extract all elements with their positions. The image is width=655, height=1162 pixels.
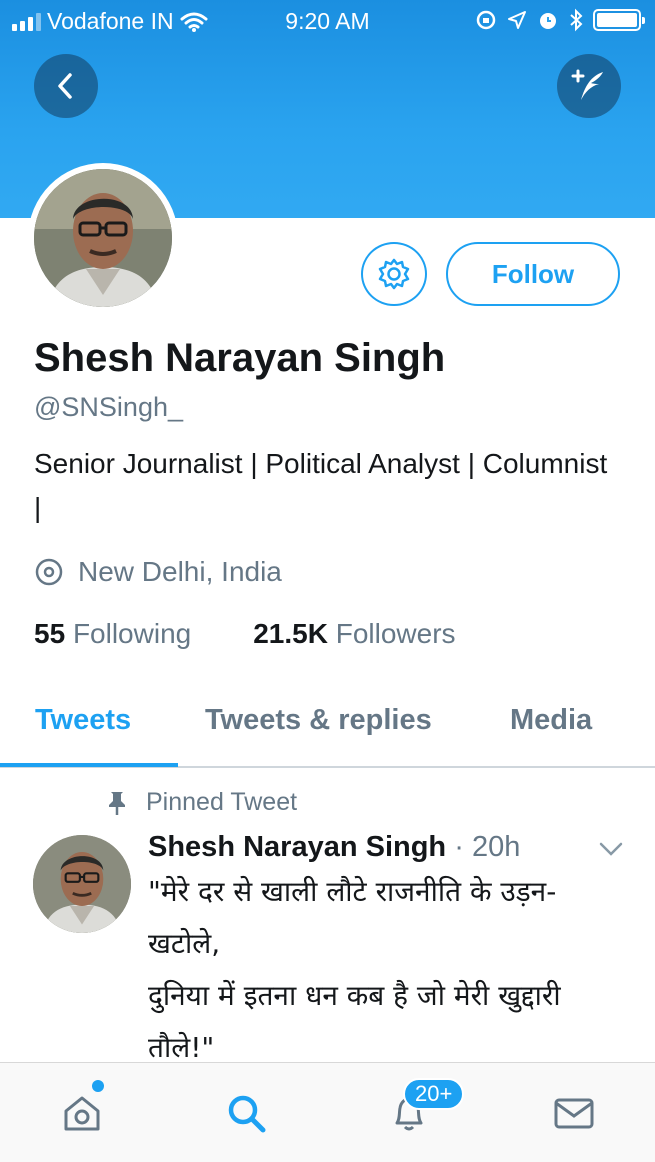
follow-counts: 55 Following 21.5K Followers: [34, 618, 456, 650]
profile-location: New Delhi, India: [34, 556, 282, 588]
profile-settings-button[interactable]: [361, 242, 427, 306]
alarm-icon: [540, 13, 556, 29]
tab-media[interactable]: Media: [510, 704, 592, 737]
profile-bio: Senior Journalist | Political Analyst | …: [34, 448, 608, 523]
pinned-tweet-text: Pinned Tweet: [146, 788, 298, 816]
chevron-down-icon: [599, 842, 623, 856]
location-pin-icon: [35, 558, 63, 586]
tweet-author-name[interactable]: Shesh Narayan Singh: [148, 831, 446, 863]
follow-button[interactable]: Follow: [446, 242, 620, 306]
tweet-menu-button[interactable]: [598, 840, 624, 863]
tab-search[interactable]: [222, 1089, 270, 1137]
envelope-icon: [554, 1098, 594, 1129]
tab-home[interactable]: [58, 1089, 106, 1137]
tab-tweets-and-replies[interactable]: Tweets & replies: [205, 704, 432, 737]
tweet-separator: ·: [454, 831, 464, 863]
profile-avatar[interactable]: [28, 163, 178, 313]
tab-tweets[interactable]: Tweets: [35, 704, 131, 737]
followers-number: 21.5K: [253, 618, 328, 649]
tweet-text: "मेरे दर से खाली लौटे राजनीति के उड़न- ख…: [148, 875, 561, 1064]
following-number: 55: [34, 618, 66, 649]
pin-icon: [109, 791, 125, 815]
tweet-timestamp: 20h: [471, 831, 521, 863]
location-label: New Delhi, India: [78, 556, 282, 587]
followers-count[interactable]: 21.5K Followers: [253, 618, 455, 650]
tweet-author-avatar[interactable]: [33, 835, 131, 933]
active-tab-indicator: [0, 763, 178, 767]
person-photo: [33, 835, 131, 933]
location-arrow-icon: [508, 11, 526, 29]
profile-handle: @SNSingh_: [34, 392, 183, 422]
following-count[interactable]: 55 Following: [34, 618, 191, 650]
battery-icon: [593, 9, 645, 31]
person-photo: [34, 169, 172, 307]
rotation-lock-icon: [476, 10, 496, 30]
followers-label: Followers: [335, 618, 456, 649]
tab-messages[interactable]: [550, 1089, 598, 1137]
search-icon: [228, 1095, 266, 1133]
bottom-tab-bar: [0, 1062, 655, 1162]
gear-icon: [378, 258, 410, 290]
status-bar: Vodafone IN 9:20 AM: [0, 0, 655, 42]
pinned-tweet-label: Pinned Tweet: [106, 788, 297, 817]
profile-name: Shesh Narayan Singh: [34, 336, 446, 380]
home-unread-dot: [92, 1080, 104, 1092]
chevron-left-icon: [58, 73, 72, 99]
following-label: Following: [72, 618, 192, 649]
home-icon: [64, 1096, 100, 1131]
compose-tweet-button[interactable]: [557, 54, 621, 118]
notifications-badge: 20+: [403, 1078, 465, 1110]
tweet-header: Shesh Narayan Singh · 20h: [148, 831, 520, 864]
back-button[interactable]: [34, 54, 98, 118]
compose-quill-icon: [571, 69, 603, 100]
profile-tabs: Tweets Tweets & replies Media: [0, 690, 655, 768]
bluetooth-icon: [570, 8, 583, 32]
